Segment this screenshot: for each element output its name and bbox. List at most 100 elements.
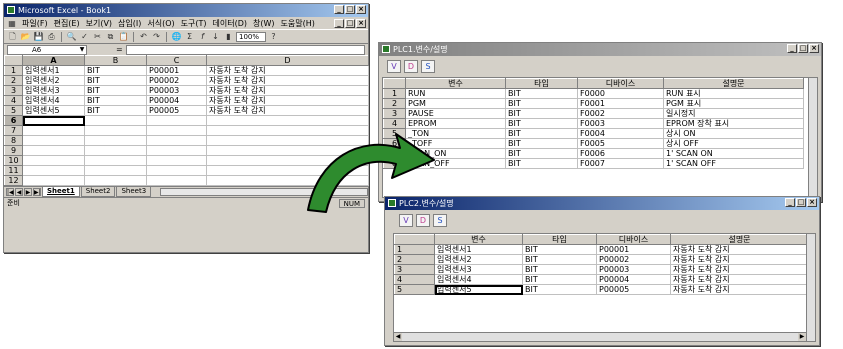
excel-titlebar[interactable]: Microsoft Excel - Book1 _ □ × [4,4,368,17]
cell[interactable]: P00002 [596,254,671,265]
column-header[interactable]: 디바이스 [596,234,671,245]
column-header[interactable]: A [22,55,85,66]
cell[interactable]: P00001 [596,244,671,255]
row-header[interactable]: 5 [394,284,435,295]
menu-tools[interactable]: 도구(T) [181,18,207,29]
cell[interactable]: BIT [522,244,597,255]
cell[interactable]: 자동차 도착 감지 [670,244,809,255]
cell[interactable] [84,145,147,156]
cell[interactable]: BIT [505,88,578,99]
column-header[interactable]: 변수 [434,234,523,245]
row-header[interactable]: 1 [383,88,406,99]
cell[interactable]: 입력센서2 [434,254,523,265]
cell[interactable]: 자동차 도착 감지 [670,264,809,275]
cell[interactable]: 입력센서1 [22,65,85,76]
cell[interactable]: RUN 표시 [663,88,804,99]
cell[interactable]: BIT [505,138,578,149]
zoom-select[interactable]: 100% [236,31,266,42]
maximize-button[interactable]: □ [796,198,806,207]
row-header[interactable]: 3 [383,108,406,119]
vertical-scrollbar[interactable] [808,78,817,197]
cell[interactable]: F0001 [577,98,664,109]
formula-input[interactable] [125,44,365,55]
menu-data[interactable]: 데이터(D) [213,18,247,29]
cell[interactable]: 1' SCAN ON [663,148,804,159]
column-header[interactable]: 설명문 [670,234,809,245]
sort-icon[interactable]: ↓ [210,31,221,42]
prev-sheet-icon[interactable]: ◀ [15,188,23,196]
select-all-corner[interactable] [394,234,435,245]
cell[interactable]: BIT [505,118,578,129]
cell[interactable]: 상시 ON [663,128,804,139]
row-header[interactable]: 4 [4,95,23,106]
menu-view[interactable]: 보기(V) [86,18,112,29]
close-button[interactable]: × [809,44,819,53]
row-header[interactable]: 12 [4,175,23,186]
cell[interactable]: 자동차 도착 감지 [670,254,809,265]
select-all-corner[interactable] [383,78,406,89]
cell[interactable]: BIT [84,105,147,116]
first-sheet-icon[interactable]: |◀ [6,188,14,196]
cell[interactable]: 입력센서1 [434,244,523,255]
cell[interactable]: F0003 [577,118,664,129]
minimize-button[interactable]: _ [334,5,344,14]
cell[interactable]: P00003 [146,85,207,96]
vertical-scrollbar[interactable] [806,234,815,341]
doc-restore-button[interactable]: □ [345,18,355,28]
cell[interactable]: 입력센서3 [434,264,523,275]
cell[interactable]: 자동차 도착 감지 [206,75,369,86]
cell[interactable]: PAUSE [405,108,506,119]
variable-view-button[interactable]: V [387,59,401,73]
cell[interactable]: 입력센서4 [22,95,85,106]
cell[interactable]: 자동차 도착 감지 [206,65,369,76]
row-header[interactable]: 1 [394,244,435,255]
sheet-tab-sheet1[interactable]: Sheet1 [42,187,80,197]
cell[interactable]: 일시정지 [663,108,804,119]
row-header[interactable]: 5 [4,105,23,116]
column-header[interactable]: B [84,55,147,66]
active-cell[interactable]: 입력센서5 [434,284,523,295]
close-button[interactable]: × [356,5,366,14]
menu-window[interactable]: 창(W) [253,18,275,29]
paste-icon[interactable]: 📋 [118,31,129,42]
horizontal-scrollbar[interactable]: ◀ ▶ [394,332,806,341]
cell[interactable] [84,125,147,136]
cell[interactable]: 상시 OFF [663,138,804,149]
maximize-button[interactable]: □ [345,5,355,14]
scroll-left-icon[interactable]: ◀ [394,333,402,341]
column-header[interactable]: C [146,55,207,66]
cell[interactable]: BIT [84,65,147,76]
row-header[interactable]: 6 [4,115,23,126]
cell[interactable] [22,135,85,146]
cell[interactable]: 자동차 도착 감지 [670,284,809,295]
cell[interactable] [146,165,207,176]
row-header[interactable]: 1 [4,65,23,76]
cell[interactable] [22,145,85,156]
minimize-button[interactable]: _ [785,198,795,207]
next-sheet-icon[interactable]: ▶ [24,188,32,196]
cell[interactable] [84,175,147,186]
help-icon[interactable]: ? [268,31,279,42]
doc-minimize-button[interactable]: _ [334,18,344,28]
cell[interactable]: F0002 [577,108,664,119]
menu-help[interactable]: 도움말(H) [281,18,315,29]
row-header[interactable]: 7 [4,125,23,136]
cell[interactable]: PGM [405,98,506,109]
name-box[interactable]: A6 ▼ [7,44,87,55]
cell[interactable]: BIT [505,128,578,139]
maximize-button[interactable]: □ [798,44,808,53]
cell[interactable] [22,155,85,166]
cell[interactable]: BIT [84,95,147,106]
open-icon[interactable]: 📂 [20,31,31,42]
function-icon[interactable]: f [197,31,208,42]
column-header[interactable]: 설명문 [663,78,804,89]
device-view-button[interactable]: D [404,59,418,73]
cell[interactable]: P00001 [146,65,207,76]
cell[interactable]: 자동차 도착 감지 [206,85,369,96]
autosum-icon[interactable]: Σ [184,31,195,42]
minimize-button[interactable]: _ [787,44,797,53]
cell[interactable] [84,115,147,126]
cell[interactable]: F0005 [577,138,664,149]
cell[interactable]: F0004 [577,128,664,139]
cell[interactable]: PGM 표시 [663,98,804,109]
